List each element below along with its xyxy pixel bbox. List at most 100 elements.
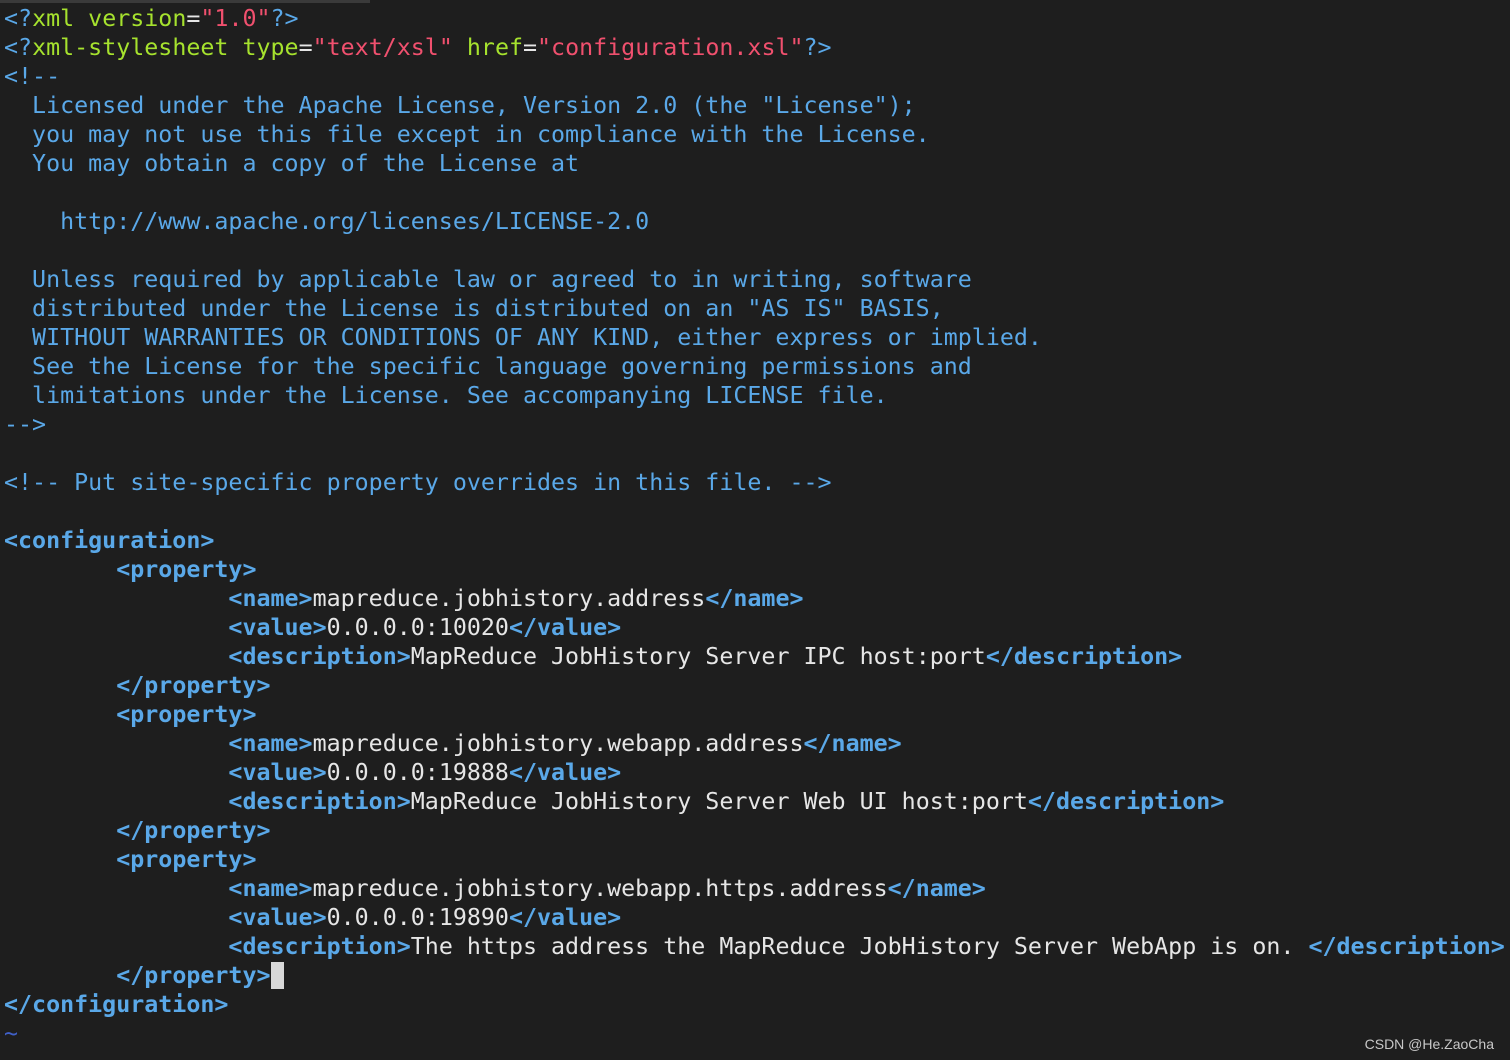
code-line[interactable]: <value>0.0.0.0:19890</value> [4, 903, 1505, 932]
code-token: distributed under the License is distrib… [4, 295, 944, 322]
code-line[interactable]: <property> [4, 700, 1505, 729]
code-token: <value> [228, 904, 327, 931]
code-token: </description> [985, 643, 1183, 670]
code-line[interactable] [4, 236, 1505, 265]
code-line[interactable]: <description>MapReduce JobHistory Server… [4, 787, 1505, 816]
code-line[interactable]: distributed under the License is distrib… [4, 294, 1505, 323]
code-token: "1.0" [200, 5, 271, 32]
code-token: mapreduce.jobhistory.webapp.https.addres… [312, 875, 888, 902]
code-token: 0.0.0.0:19888 [326, 759, 509, 786]
code-token: </property> [116, 672, 271, 699]
code-line[interactable]: Unless required by applicable law or agr… [4, 265, 1505, 294]
code-token: = [523, 34, 538, 61]
text-cursor [270, 962, 284, 989]
code-line[interactable]: <property> [4, 845, 1505, 874]
code-token: <property> [116, 556, 257, 583]
vim-editor[interactable]: <?xml version="1.0"?> <?xml-stylesheet ty… [0, 0, 1510, 1060]
code-token: <description> [228, 788, 411, 815]
code-buffer[interactable]: <?xml version="1.0"?> <?xml-stylesheet ty… [4, 4, 1505, 1048]
code-token: ?> [803, 34, 832, 61]
code-line[interactable]: </property> [4, 961, 1505, 990]
code-line[interactable]: </property> [4, 671, 1505, 700]
code-line[interactable]: <configuration> [4, 526, 1505, 555]
code-token: http://www.apache.org/licenses/LICENSE-2… [4, 208, 650, 235]
code-line[interactable]: --> [4, 410, 1505, 439]
code-token: </value> [508, 904, 622, 931]
code-line[interactable]: <value>0.0.0.0:10020</value> [4, 613, 1505, 642]
code-line[interactable]: </configuration> [4, 990, 1505, 1019]
code-token: WITHOUT WARRANTIES OR CONDITIONS OF ANY … [4, 324, 1042, 351]
code-token: <!-- Put site-specific property override… [4, 469, 832, 496]
code-line[interactable]: <description>The https address the MapRe… [4, 932, 1505, 961]
code-token: <description> [228, 933, 411, 960]
code-token: 0.0.0.0:19890 [326, 904, 509, 931]
code-token: "text/xsl" [312, 34, 453, 61]
code-token: "configuration.xsl" [537, 34, 804, 61]
code-line[interactable] [4, 497, 1505, 526]
code-token: <name> [228, 875, 313, 902]
code-line[interactable]: <!-- Put site-specific property override… [4, 468, 1505, 497]
code-token: <? [4, 5, 33, 32]
code-line[interactable]: <value>0.0.0.0:19888</value> [4, 758, 1505, 787]
code-token: ?> [270, 5, 299, 32]
code-token: <description> [228, 643, 411, 670]
code-line[interactable] [4, 178, 1505, 207]
code-line[interactable]: <name>mapreduce.jobhistory.webapp.https.… [4, 874, 1505, 903]
code-token: </configuration> [4, 991, 229, 1018]
code-line[interactable]: <name>mapreduce.jobhistory.address</name… [4, 584, 1505, 613]
code-line[interactable]: ~ [4, 1019, 1505, 1048]
code-line[interactable]: <description>MapReduce JobHistory Server… [4, 642, 1505, 671]
code-token: The https address the MapReduce JobHisto… [410, 933, 1309, 960]
code-line[interactable]: </property> [4, 816, 1505, 845]
code-token: </name> [887, 875, 986, 902]
empty-line-marker: ~ [4, 1020, 19, 1047]
code-token: you may not use this file except in comp… [4, 121, 930, 148]
code-token: xml version [32, 5, 187, 32]
code-line[interactable]: WITHOUT WARRANTIES OR CONDITIONS OF ANY … [4, 323, 1505, 352]
code-line[interactable]: http://www.apache.org/licenses/LICENSE-2… [4, 207, 1505, 236]
code-line[interactable]: <?xml-stylesheet type="text/xsl" href="c… [4, 33, 1505, 62]
code-token: <value> [228, 759, 327, 786]
code-token: Unless required by applicable law or agr… [4, 266, 972, 293]
code-line[interactable]: you may not use this file except in comp… [4, 120, 1505, 149]
code-line[interactable]: <property> [4, 555, 1505, 584]
code-token: <name> [228, 585, 313, 612]
code-token: = [298, 34, 313, 61]
code-token: Licensed under the Apache License, Versi… [4, 92, 916, 119]
code-token: 0.0.0.0:10020 [326, 614, 509, 641]
code-token: </property> [116, 962, 271, 989]
code-token: </value> [508, 759, 622, 786]
code-line[interactable]: <?xml version="1.0"?> [4, 4, 1505, 33]
code-line[interactable]: limitations under the License. See accom… [4, 381, 1505, 410]
code-token: </description> [1027, 788, 1225, 815]
code-token: <property> [116, 846, 257, 873]
code-line[interactable]: See the License for the specific languag… [4, 352, 1505, 381]
code-token: <? [4, 34, 33, 61]
code-token: = [186, 5, 201, 32]
code-token: See the License for the specific languag… [4, 353, 972, 380]
code-token: href [466, 34, 523, 61]
window-top-strip [0, 0, 370, 3]
code-token: mapreduce.jobhistory.webapp.address [312, 730, 804, 757]
code-token: <property> [116, 701, 257, 728]
code-token: </description> [1308, 933, 1505, 960]
code-line[interactable]: <name>mapreduce.jobhistory.webapp.addres… [4, 729, 1505, 758]
code-line[interactable]: You may obtain a copy of the License at [4, 149, 1505, 178]
code-token: <value> [228, 614, 327, 641]
code-token: limitations under the License. See accom… [4, 382, 888, 409]
code-line[interactable]: Licensed under the Apache License, Versi… [4, 91, 1505, 120]
watermark: CSDN @He.ZaoCha [1364, 1036, 1494, 1052]
code-line[interactable] [4, 439, 1505, 468]
code-token: --> [4, 411, 47, 438]
code-line[interactable]: <!-- [4, 62, 1505, 91]
